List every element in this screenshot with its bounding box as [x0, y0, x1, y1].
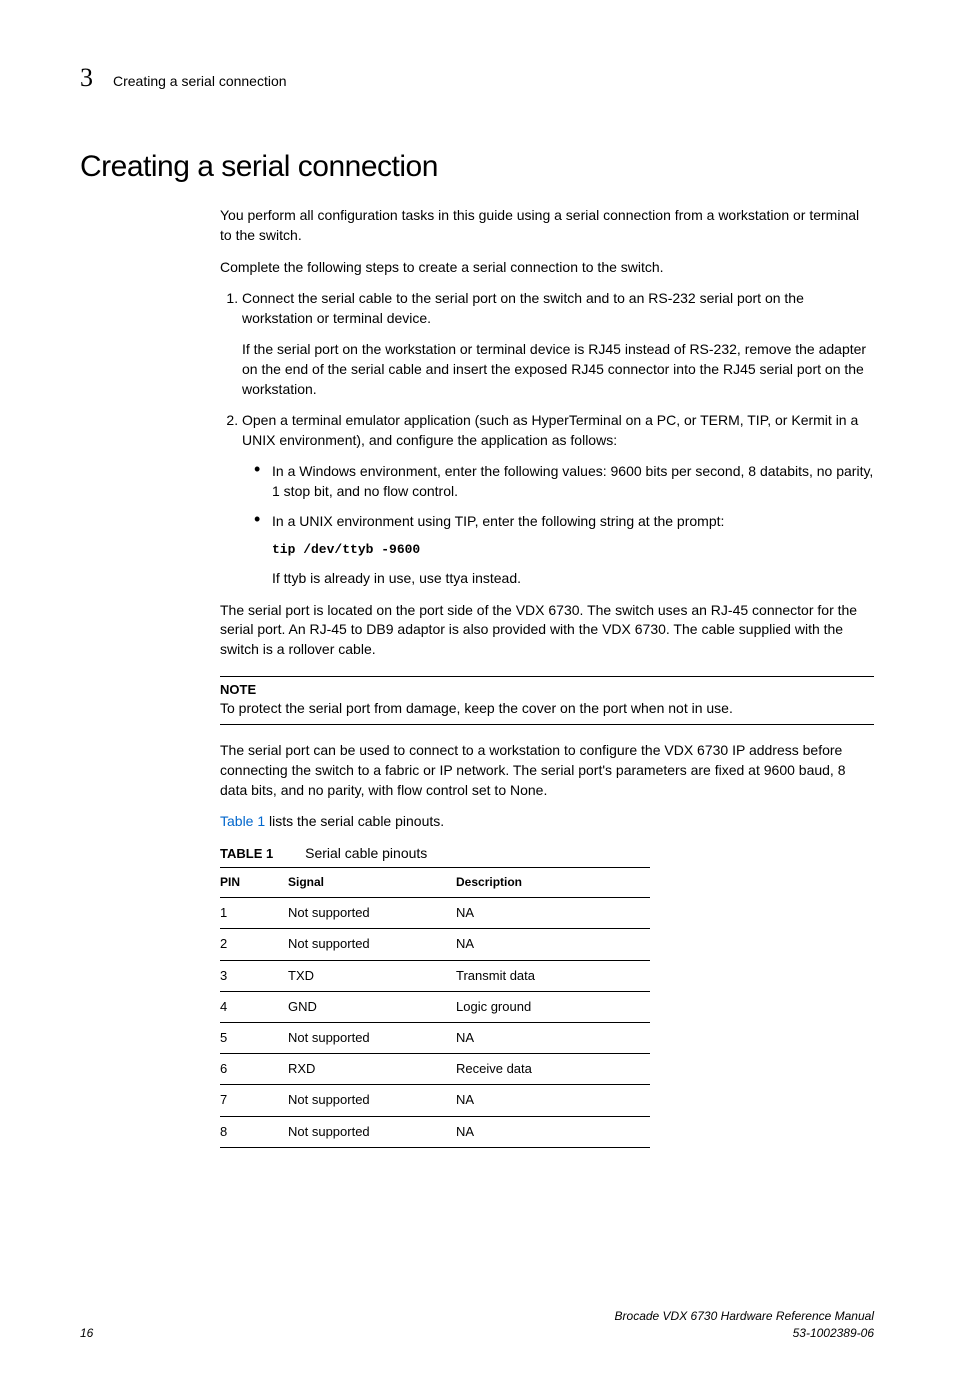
- cell-desc: NA: [456, 1116, 650, 1147]
- cell-signal: GND: [288, 991, 456, 1022]
- table-row: 6RXDReceive data: [220, 1054, 650, 1085]
- table-row: 3TXDTransmit data: [220, 960, 650, 991]
- page-heading: Creating a serial connection: [80, 146, 874, 188]
- step-2-bullet-2-text: In a UNIX environment using TIP, enter t…: [272, 513, 724, 529]
- body-content: You perform all configuration tasks in t…: [220, 206, 874, 1147]
- chapter-number: 3: [80, 60, 93, 96]
- note-block: NOTE To protect the serial port from dam…: [220, 676, 874, 726]
- cell-pin: 5: [220, 1022, 288, 1053]
- step-2-sublist: In a Windows environment, enter the foll…: [242, 462, 874, 589]
- note-text: To protect the serial port from damage, …: [220, 699, 874, 719]
- step-2-text: Open a terminal emulator application (su…: [242, 412, 858, 448]
- table-row: 1Not supportedNA: [220, 898, 650, 929]
- table-reference-rest: lists the serial cable pinouts.: [265, 813, 444, 829]
- table-row: 5Not supportedNA: [220, 1022, 650, 1053]
- running-header: 3 Creating a serial connection: [80, 60, 874, 96]
- table-row: 7Not supportedNA: [220, 1085, 650, 1116]
- intro-paragraph-1: You perform all configuration tasks in t…: [220, 206, 874, 245]
- table-header-row: PIN Signal Description: [220, 868, 650, 898]
- table-row: 4GNDLogic ground: [220, 991, 650, 1022]
- cell-pin: 3: [220, 960, 288, 991]
- cell-desc: Logic ground: [456, 991, 650, 1022]
- after-note-paragraph: The serial port can be used to connect t…: [220, 741, 874, 800]
- step-1-text: Connect the serial cable to the serial p…: [242, 290, 804, 326]
- page-footer: 16 Brocade VDX 6730 Hardware Reference M…: [80, 1308, 874, 1342]
- col-signal: Signal: [288, 868, 456, 898]
- after-steps-paragraph: The serial port is located on the port s…: [220, 601, 874, 660]
- col-pin: PIN: [220, 868, 288, 898]
- table-title: Serial cable pinouts: [305, 845, 427, 861]
- cell-desc: Transmit data: [456, 960, 650, 991]
- table-row: 8Not supportedNA: [220, 1116, 650, 1147]
- steps-list: Connect the serial cable to the serial p…: [220, 289, 874, 589]
- cell-signal: Not supported: [288, 898, 456, 929]
- step-1: Connect the serial cable to the serial p…: [242, 289, 874, 399]
- table-row: 2Not supportedNA: [220, 929, 650, 960]
- cell-pin: 2: [220, 929, 288, 960]
- cell-signal: Not supported: [288, 929, 456, 960]
- step-2-bullet-1: In a Windows environment, enter the foll…: [272, 462, 874, 501]
- cell-signal: RXD: [288, 1054, 456, 1085]
- cell-pin: 8: [220, 1116, 288, 1147]
- cell-signal: Not supported: [288, 1022, 456, 1053]
- note-label: NOTE: [220, 681, 874, 699]
- cell-signal: Not supported: [288, 1116, 456, 1147]
- pinouts-table: PIN Signal Description 1Not supportedNA …: [220, 867, 650, 1147]
- step-2-bullet-2-after: If ttyb is already in use, use ttya inst…: [272, 570, 521, 586]
- step-2-bullet-2: In a UNIX environment using TIP, enter t…: [272, 512, 874, 589]
- table-link[interactable]: Table 1: [220, 813, 265, 829]
- cell-signal: Not supported: [288, 1085, 456, 1116]
- cell-signal: TXD: [288, 960, 456, 991]
- cell-pin: 4: [220, 991, 288, 1022]
- cell-desc: NA: [456, 929, 650, 960]
- cell-pin: 1: [220, 898, 288, 929]
- step-1-sub: If the serial port on the workstation or…: [242, 340, 874, 399]
- manual-title: Brocade VDX 6730 Hardware Reference Manu…: [615, 1308, 874, 1325]
- table-caption: TABLE 1 Serial cable pinouts: [220, 844, 874, 864]
- cell-pin: 6: [220, 1054, 288, 1085]
- cell-desc: NA: [456, 898, 650, 929]
- header-title: Creating a serial connection: [113, 72, 287, 92]
- cell-pin: 7: [220, 1085, 288, 1116]
- page-number: 16: [80, 1325, 93, 1342]
- table-label: TABLE 1: [220, 846, 273, 861]
- cell-desc: NA: [456, 1022, 650, 1053]
- cell-desc: NA: [456, 1085, 650, 1116]
- code-snippet: tip /dev/ttyb -9600: [272, 541, 874, 559]
- doc-number: 53-1002389-06: [615, 1325, 874, 1342]
- footer-right: Brocade VDX 6730 Hardware Reference Manu…: [615, 1308, 874, 1342]
- table-reference: Table 1 lists the serial cable pinouts.: [220, 812, 874, 832]
- step-2: Open a terminal emulator application (su…: [242, 411, 874, 589]
- cell-desc: Receive data: [456, 1054, 650, 1085]
- intro-paragraph-2: Complete the following steps to create a…: [220, 258, 874, 278]
- col-description: Description: [456, 868, 650, 898]
